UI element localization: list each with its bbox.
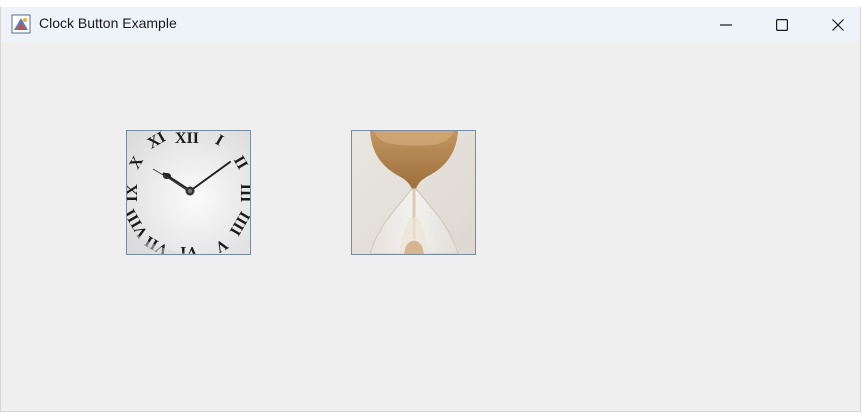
maximize-icon (776, 18, 788, 31)
app-window: Clock Button Example XII I II III IIII V… (0, 7, 861, 412)
java-app-icon (11, 14, 31, 34)
svg-text:IX: IX (127, 184, 141, 202)
svg-text:III: III (237, 184, 250, 203)
svg-text:XII: XII (175, 131, 199, 147)
clock-button[interactable]: XII I II III IIII V VI VII VIII IX X XI (126, 130, 251, 255)
window-title: Clock Button Example (39, 15, 177, 31)
maximize-button[interactable] (759, 7, 805, 42)
close-button[interactable] (815, 7, 861, 42)
minimize-button[interactable] (703, 7, 749, 42)
hourglass-image (352, 131, 475, 254)
hourglass-button[interactable] (351, 130, 476, 255)
roman-clock-image: XII I II III IIII V VI VII VIII IX X XI (127, 131, 250, 254)
content-pane: XII I II III IIII V VI VII VIII IX X XI (1, 42, 860, 412)
svg-text:VI: VI (180, 243, 198, 254)
title-bar[interactable]: Clock Button Example (1, 7, 860, 42)
close-icon (832, 18, 844, 31)
minimize-icon (720, 19, 732, 31)
